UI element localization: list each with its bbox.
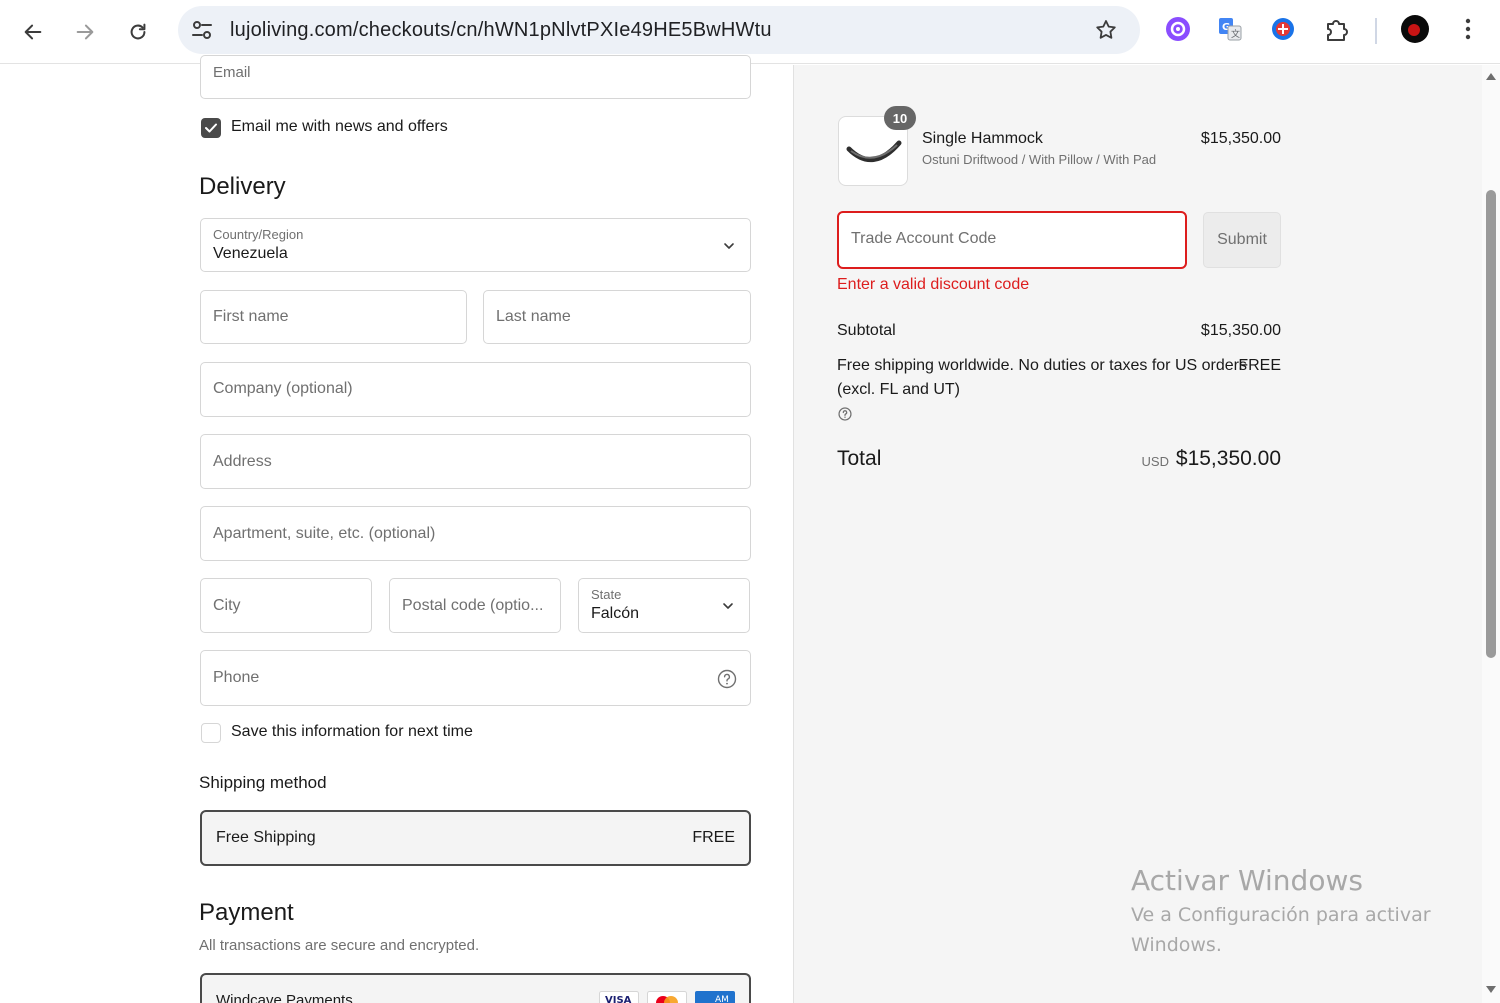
payment-option-windcave[interactable]: Windcave Payments VISA AM	[200, 973, 751, 1003]
svg-text:AM: AM	[715, 995, 729, 1003]
site-info-icon[interactable]	[190, 18, 214, 42]
subtotal-label: Subtotal	[837, 322, 896, 339]
visa-icon: VISA	[599, 991, 639, 1003]
bookmark-star-icon[interactable]	[1094, 18, 1118, 42]
postal-code-field[interactable]: Postal code (optio...	[389, 578, 561, 633]
country-select[interactable]: Country/Region Venezuela	[200, 218, 751, 272]
city-field[interactable]: City	[200, 578, 372, 633]
shipping-method-heading: Shipping method	[199, 773, 327, 792]
shipping-option-price: FREE	[692, 829, 735, 846]
last-name-field[interactable]: Last name	[483, 290, 751, 344]
total-label: Total	[837, 447, 882, 470]
google-translate-icon[interactable]: G文	[1215, 14, 1245, 44]
company-placeholder: Company (optional)	[213, 380, 353, 397]
shipping-note-line1: Free shipping worldwide. No duties or ta…	[837, 357, 1247, 374]
last-name-placeholder: Last name	[496, 308, 571, 325]
chevron-down-icon	[723, 603, 733, 609]
scroll-up-arrow-icon[interactable]	[1485, 71, 1497, 81]
back-icon[interactable]	[15, 14, 51, 50]
address-bar[interactable]: lujoliving.com/checkouts/cn/hWN1pNlvtPXI…	[178, 6, 1140, 54]
save-info-checkbox[interactable]	[201, 723, 221, 743]
newsletter-label[interactable]: Email me with news and offers	[231, 118, 448, 136]
extension-shield-icon[interactable]	[1268, 14, 1298, 44]
chevron-down-icon	[724, 243, 734, 249]
country-value: Venezuela	[213, 245, 288, 262]
amex-icon: AM	[695, 991, 735, 1003]
shipping-note-line2: (excl. FL and UT)	[837, 381, 960, 398]
shipping-value: FREE	[1238, 357, 1281, 374]
payment-heading: Payment	[199, 899, 294, 926]
quantity-badge: 10	[884, 106, 916, 130]
extensions-puzzle-icon[interactable]	[1322, 14, 1352, 44]
first-name-placeholder: First name	[213, 308, 289, 325]
browser-menu-icon[interactable]	[1453, 14, 1483, 44]
email-placeholder: Email	[213, 64, 251, 81]
order-summary: 10 Single Hammock Ostuni Driftwood / Wit…	[793, 65, 1500, 1003]
windows-activation-title: Activar Windows	[1131, 864, 1363, 897]
company-field[interactable]: Company (optional)	[200, 362, 751, 417]
payment-provider-label: Windcave Payments	[216, 992, 353, 1003]
newsletter-checkbox[interactable]	[201, 118, 221, 138]
extension-purple-icon[interactable]	[1163, 14, 1193, 44]
product-name: Single Hammock	[922, 130, 1043, 147]
phone-placeholder: Phone	[213, 669, 260, 686]
svg-text:文: 文	[1231, 28, 1240, 40]
scroll-down-arrow-icon[interactable]	[1485, 985, 1497, 995]
save-info-label[interactable]: Save this information for next time	[231, 723, 473, 741]
apartment-placeholder: Apartment, suite, etc. (optional)	[213, 525, 436, 542]
forward-icon[interactable]	[67, 14, 103, 50]
toolbar-separator	[1375, 18, 1377, 44]
svg-text:VISA: VISA	[605, 995, 632, 1003]
browser-window: lujoliving.com/checkouts/cn/hWN1pNlvtPXI…	[0, 0, 1500, 1003]
checkout-form: Email Email me with news and offers Deli…	[0, 55, 793, 1003]
postal-code-placeholder: Postal code (optio...	[402, 597, 544, 614]
total-value: $15,350.00	[1175, 447, 1281, 470]
mastercard-icon	[647, 991, 687, 1003]
shipping-option-label: Free Shipping	[216, 829, 316, 846]
total-currency: USD	[1141, 454, 1169, 469]
payment-subtitle: All transactions are secure and encrypte…	[199, 937, 480, 954]
email-field[interactable]: Email	[200, 55, 751, 99]
reload-icon[interactable]	[120, 14, 156, 50]
state-value: Falcón	[591, 605, 640, 622]
trade-account-code-placeholder: Trade Account Code	[851, 230, 997, 247]
profile-avatar[interactable]	[1400, 14, 1430, 44]
windows-activation-subtitle: Ve a Configuración para activar Windows.	[1131, 904, 1431, 956]
shipping-option-free[interactable]: Free Shipping FREE	[200, 810, 751, 866]
trade-account-code-input[interactable]: Trade Account Code	[837, 211, 1187, 269]
apartment-field[interactable]: Apartment, suite, etc. (optional)	[200, 506, 751, 561]
subtotal-value: $15,350.00	[1200, 322, 1281, 339]
first-name-field[interactable]: First name	[200, 290, 467, 344]
phone-field[interactable]: Phone	[200, 650, 751, 706]
address-placeholder: Address	[213, 453, 272, 470]
shipping-help-icon[interactable]	[838, 407, 852, 421]
checkmark-icon	[205, 123, 217, 133]
state-select[interactable]: State Falcón	[578, 578, 750, 633]
city-placeholder: City	[213, 597, 241, 614]
delivery-heading: Delivery	[199, 173, 286, 200]
country-label: Country/Region	[213, 227, 304, 242]
submit-button[interactable]: Submit	[1203, 212, 1281, 268]
address-field[interactable]: Address	[200, 434, 751, 489]
scrollbar-thumb[interactable]	[1486, 190, 1496, 658]
help-circle-icon[interactable]	[717, 669, 737, 689]
state-label: State	[591, 587, 622, 602]
url-text[interactable]: lujoliving.com/checkouts/cn/hWN1pNlvtPXI…	[230, 19, 772, 42]
product-price: $15,350.00	[1200, 130, 1281, 147]
discount-error-message: Enter a valid discount code	[837, 276, 1030, 293]
product-variant: Ostuni Driftwood / With Pillow / With Pa…	[922, 152, 1157, 167]
